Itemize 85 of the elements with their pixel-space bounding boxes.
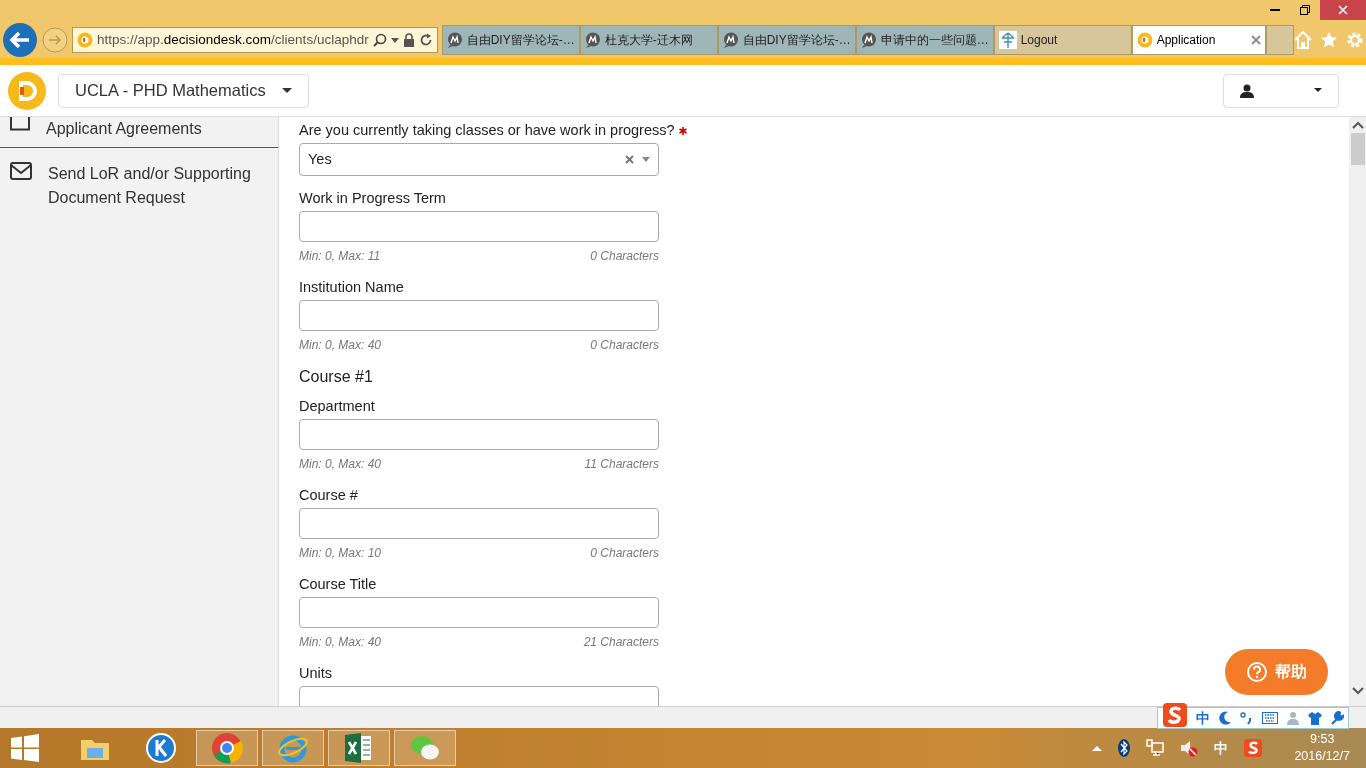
section-heading: Course #1 xyxy=(299,368,373,386)
chrome-icon xyxy=(211,732,243,764)
muted-speaker-icon[interactable] xyxy=(1180,739,1199,757)
length-limit-text: Min: 0, Max: 11 xyxy=(299,249,381,263)
browser-tab[interactable]: 申请中的一些问题… xyxy=(855,25,994,55)
scroll-thumb[interactable] xyxy=(1350,133,1365,165)
caret-icon xyxy=(1314,88,1322,93)
input-mode-text[interactable]: 中 xyxy=(1196,707,1210,729)
browser-tab[interactable]: 自由DIY留学论坛-… xyxy=(441,25,580,55)
sogou-logo-icon[interactable] xyxy=(1244,739,1263,757)
scroll-down-icon[interactable] xyxy=(1351,686,1364,695)
field-label: Units xyxy=(299,665,333,682)
speech-bubble-icon xyxy=(722,32,739,48)
browser-tab[interactable]: Logout xyxy=(993,25,1132,55)
scrollbar[interactable] xyxy=(1349,117,1366,706)
app-logo xyxy=(7,70,47,111)
character-count: 21 Characters xyxy=(583,635,659,649)
taskbar-button[interactable] xyxy=(196,730,258,766)
field-label: Course # xyxy=(299,487,358,504)
url-text: https://app.decisiondesk.com/clients/uclaphdr xyxy=(97,30,369,49)
restore-icon xyxy=(1300,5,1310,15)
asterisk-icon xyxy=(678,126,687,135)
clear-icon[interactable] xyxy=(625,155,634,164)
user-icon xyxy=(1240,83,1254,98)
show-hidden-icons-icon[interactable] xyxy=(1092,745,1103,751)
tree-icon xyxy=(998,31,1017,49)
field-label: Work in Progress Term xyxy=(299,190,446,207)
field-label: Department xyxy=(299,398,375,415)
field-label: Course Title xyxy=(299,576,377,593)
refresh-icon[interactable] xyxy=(418,33,433,47)
input-field[interactable] xyxy=(299,419,659,450)
character-count: 0 Characters xyxy=(590,338,659,352)
checkbox-icon xyxy=(10,117,30,131)
person-icon[interactable] xyxy=(1286,711,1300,725)
caret-icon xyxy=(281,87,292,94)
input-field[interactable] xyxy=(299,211,659,242)
browser-tab[interactable]: 自由DIY留学论坛-… xyxy=(717,25,856,55)
length-limit-text: Min: 0, Max: 40 xyxy=(299,457,382,471)
length-limit-text: Min: 0, Max: 40 xyxy=(299,635,382,649)
lock-icon xyxy=(402,33,415,47)
back-button[interactable] xyxy=(2,22,38,58)
network-icon[interactable] xyxy=(1146,739,1165,757)
select-field[interactable]: Yes xyxy=(299,143,659,176)
wrench-icon[interactable] xyxy=(1330,711,1344,725)
taskbar-button[interactable] xyxy=(328,730,390,766)
shirt-icon[interactable] xyxy=(1308,711,1322,725)
forward-button[interactable] xyxy=(42,27,68,53)
envelope-icon xyxy=(10,162,32,180)
browser-tab[interactable]: Application xyxy=(1131,25,1266,55)
character-count: 0 Characters xyxy=(590,249,659,263)
site-logo-icon xyxy=(1136,32,1153,48)
minimize-icon xyxy=(1270,9,1280,11)
help-icon xyxy=(1246,662,1267,682)
site-logo-icon xyxy=(77,32,93,48)
user-menu-button[interactable] xyxy=(1223,73,1339,108)
input-field[interactable] xyxy=(299,597,659,628)
input-field[interactable] xyxy=(299,300,659,331)
length-limit-text: Min: 0, Max: 40 xyxy=(299,338,382,352)
field-label: Institution Name xyxy=(299,279,404,296)
windows-logo-icon xyxy=(11,734,39,762)
home-icon[interactable] xyxy=(1293,31,1312,49)
punctuation-icon[interactable] xyxy=(1240,711,1254,725)
speech-bubble-icon xyxy=(860,32,877,48)
close-icon[interactable] xyxy=(1250,35,1261,45)
k-logo-icon xyxy=(145,732,177,764)
star-icon[interactable] xyxy=(1319,31,1338,49)
close-icon xyxy=(1338,5,1348,15)
speech-bubble-icon xyxy=(584,32,601,48)
sidebar-item[interactable]: Applicant Agreements xyxy=(0,117,278,148)
length-limit-text: Min: 0, Max: 10 xyxy=(299,546,382,560)
program-dropdown[interactable]: UCLA - PHD Mathematics xyxy=(58,73,309,108)
field-label: Are you currently taking classes or have work in progress? xyxy=(299,122,675,139)
address-bar[interactable]: https://app.decisiondesk.com/clients/uclaphdr xyxy=(72,27,438,53)
keyboard-icon[interactable] xyxy=(1262,712,1278,724)
moon-icon[interactable] xyxy=(1218,711,1232,725)
speech-bubble-icon xyxy=(446,32,463,48)
search-icon[interactable] xyxy=(372,33,387,47)
caret-icon xyxy=(642,157,650,162)
scroll-up-icon[interactable] xyxy=(1351,121,1364,129)
bluetooth-icon[interactable] xyxy=(1118,739,1131,757)
character-count: 0 Characters xyxy=(590,546,659,560)
sidebar-item[interactable]: Send LoR and/or Supporting Document Request xyxy=(0,148,278,224)
character-count: 11 Characters xyxy=(584,457,659,471)
browser-tab[interactable]: 杜克大学-迁木网 xyxy=(579,25,718,55)
input-field[interactable] xyxy=(299,508,659,539)
